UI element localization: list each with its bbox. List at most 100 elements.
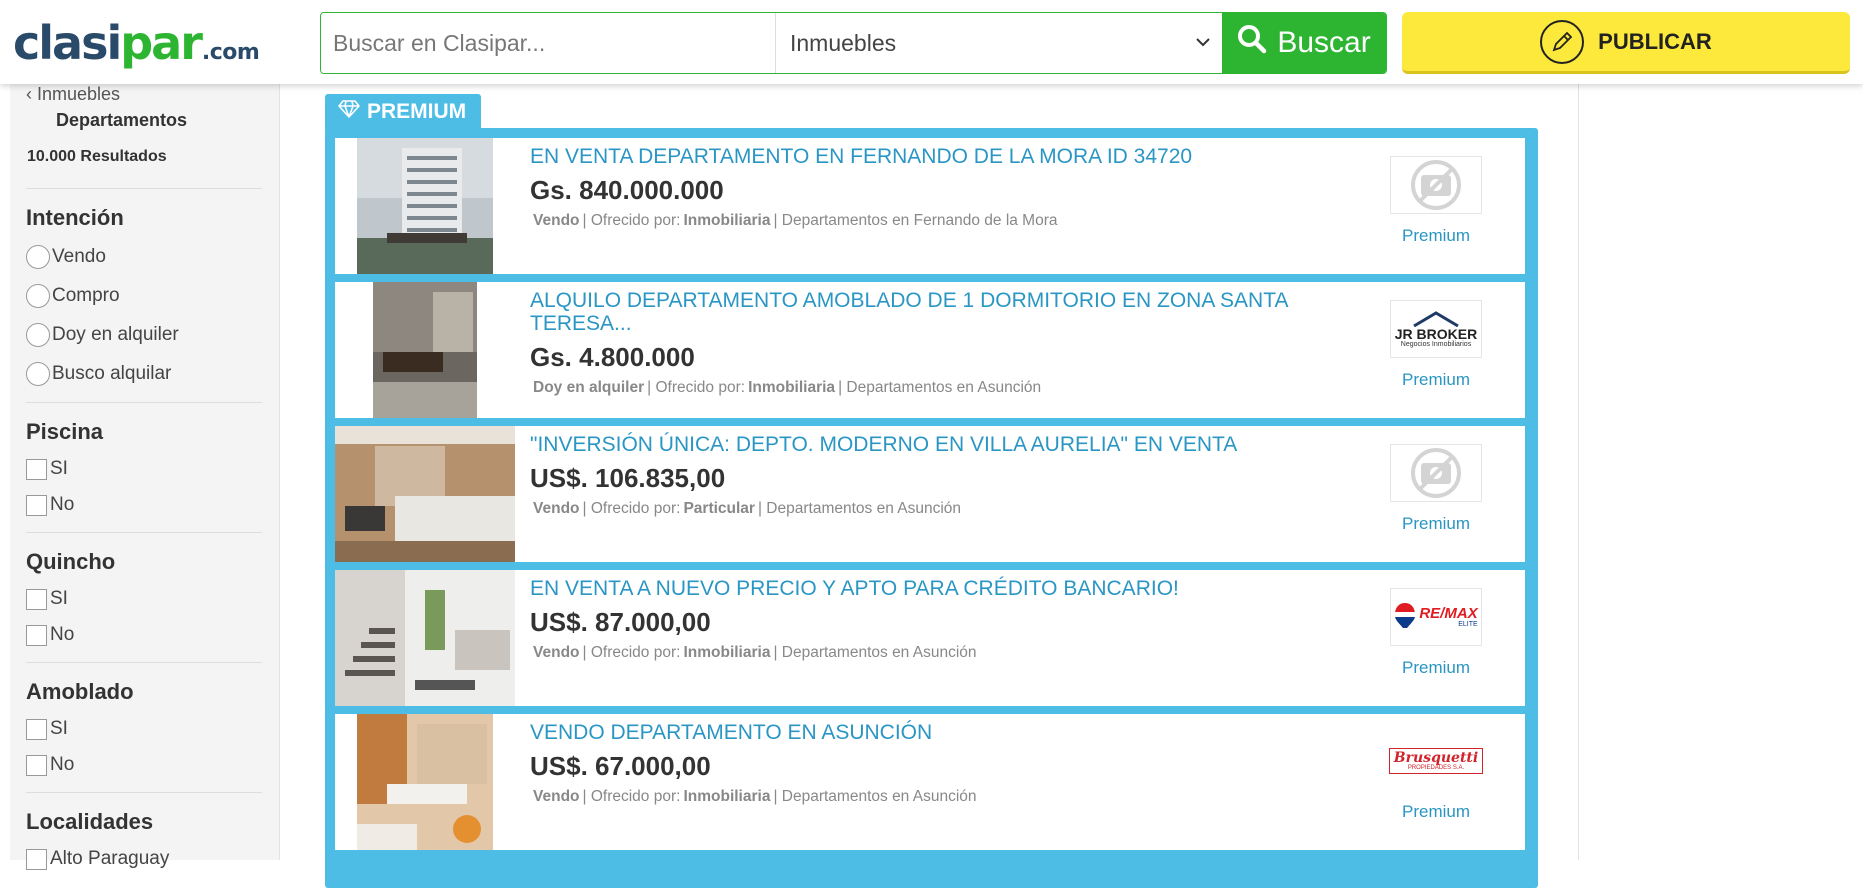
publish-button-label: PUBLICAR	[1598, 28, 1712, 54]
listing-meta: Vendo | Ofrecido por: Inmobiliaria | Depart…	[530, 644, 977, 662]
remax-balloon-icon	[1395, 603, 1416, 628]
search-bar: Inmuebles Buscar	[320, 12, 1387, 74]
checkbox[interactable]	[26, 624, 47, 646]
listing-title-link[interactable]: ALQUILO DEPARTAMENTO AMOBLADO DE 1 DORMI…	[530, 289, 1290, 335]
filter-option-no[interactable]: No	[26, 747, 262, 783]
advertiser-logo[interactable]: JR BROKER Negocios Inmobiliarios	[1390, 300, 1482, 358]
filter-option-vendo[interactable]: Vendo	[26, 237, 262, 276]
living-room-photo	[335, 570, 515, 706]
listing-item[interactable]: VENDO DEPARTAMENTO EN ASUNCIÓN US$. 67.0…	[335, 714, 1525, 850]
listing-location: | Departamentos en Asunción	[757, 500, 962, 517]
filter-option-no[interactable]: No	[26, 617, 262, 653]
listing-item[interactable]: EN VENTA DEPARTAMENTO EN FERNANDO DE LA …	[335, 138, 1525, 274]
filter-sidebar: ‹ Inmuebles Departamentos 10.000 Resulta…	[10, 84, 280, 870]
logo-subtext: ELITE	[1458, 621, 1478, 628]
listing-title-link[interactable]: VENDO DEPARTAMENTO EN ASUNCIÓN	[530, 721, 1290, 744]
advertiser-logo[interactable]	[1390, 444, 1482, 502]
listing-item[interactable]: EN VENTA A NUEVO PRECIO Y APTO PARA CRÉD…	[335, 570, 1525, 706]
no-photo-icon	[1411, 160, 1461, 210]
search-input[interactable]	[321, 13, 776, 73]
filter-option-busco-alquilar[interactable]: Busco alquilar	[26, 354, 262, 393]
listing-thumbnail[interactable]	[335, 282, 515, 418]
logo-text: RE/MAX	[1419, 605, 1478, 622]
listing-price: US$. 87.000,00	[530, 607, 711, 637]
option-label: Vendo	[52, 245, 106, 267]
listing-offered-by: Inmobiliaria	[748, 379, 836, 396]
listing-title-link[interactable]: EN VENTA DEPARTAMENTO EN FERNANDO DE LA …	[530, 145, 1290, 168]
filter-option-compro[interactable]: Compro	[26, 276, 262, 315]
listing-meta: Vendo | Ofrecido por: Particular | Departam…	[530, 500, 961, 518]
listing-offered-by: Inmobiliaria	[683, 644, 771, 661]
offered-by-label: | Ofrecido por:	[582, 500, 681, 517]
checkbox[interactable]	[26, 718, 47, 740]
breadcrumb-back-label: Inmuebles	[37, 84, 121, 104]
listing-offered-by: Particular	[683, 500, 755, 517]
search-button[interactable]: Buscar	[1222, 13, 1386, 73]
filter-option-no[interactable]: No	[26, 487, 262, 523]
kitchen-photo	[357, 714, 493, 850]
option-label: No	[50, 754, 75, 775]
filter-option-doy-en-alquiler[interactable]: Doy en alquiler	[26, 315, 262, 354]
listing-meta: Vendo | Ofrecido por: Inmobiliaria | Depart…	[530, 212, 1058, 230]
filter-option-alto-paraguay[interactable]: Alto Paraguay	[26, 841, 262, 877]
logo-text: JR BROKER	[1394, 325, 1478, 342]
listing-thumbnail[interactable]	[335, 138, 515, 274]
radio-button[interactable]	[26, 361, 50, 386]
listing-thumbnail[interactable]	[335, 714, 515, 850]
checkbox[interactable]	[26, 754, 47, 776]
option-label: SI	[50, 718, 68, 739]
radio-button[interactable]	[26, 283, 50, 308]
listing-meta: Doy en alquiler | Ofrecido por: Inmobiliar…	[530, 379, 1041, 397]
filter-title: Quincho	[26, 549, 116, 574]
premium-listings-box: EN VENTA DEPARTAMENTO EN FERNANDO DE LA …	[325, 128, 1538, 888]
listing-offered-by: Inmobiliaria	[683, 788, 771, 805]
logo-subtext: Negocios Inmobiliarios	[1400, 340, 1472, 348]
no-photo-icon	[1411, 448, 1461, 498]
listing-price: US$. 106.835,00	[530, 463, 726, 493]
listing-intent: Vendo	[533, 212, 580, 229]
listing-item[interactable]: "INVERSIÓN ÚNICA: DEPTO. MODERNO EN VILL…	[335, 426, 1525, 562]
checkbox[interactable]	[26, 588, 47, 610]
option-label: SI	[50, 458, 68, 479]
chevron-down-icon	[1196, 34, 1210, 52]
filter-group-amoblado: Amoblado SI No	[26, 662, 262, 783]
listing-intent: Doy en alquiler	[533, 379, 645, 396]
listing-title-link[interactable]: "INVERSIÓN ÚNICA: DEPTO. MODERNO EN VILL…	[530, 433, 1290, 456]
option-label: Doy en alquiler	[52, 323, 179, 345]
premium-badge: Premium	[1401, 226, 1470, 245]
publish-button[interactable]: PUBLICAR	[1402, 12, 1850, 74]
checkbox[interactable]	[26, 458, 47, 480]
filter-option-si[interactable]: SI	[26, 711, 262, 747]
filter-option-si[interactable]: SI	[26, 451, 262, 487]
clasipar-logo[interactable]: clasi par .com	[13, 16, 260, 70]
checkbox[interactable]	[26, 494, 47, 516]
advertiser-logo[interactable]: RE/MAX ELITE	[1390, 588, 1482, 646]
radio-button[interactable]	[26, 322, 50, 347]
listing-thumbnail[interactable]	[335, 570, 515, 706]
filter-option-si[interactable]: SI	[26, 581, 262, 617]
right-column-divider	[1578, 84, 1579, 860]
offered-by-label: | Ofrecido por:	[582, 644, 681, 661]
radio-button[interactable]	[26, 244, 50, 269]
premium-tag-label: PREMIUM	[367, 100, 467, 123]
advertiser-logo[interactable]: Brusquetti PROPIEDADES S.A.	[1388, 732, 1484, 790]
listing-thumbnail[interactable]	[335, 426, 515, 562]
listing-item[interactable]: ALQUILO DEPARTAMENTO AMOBLADO DE 1 DORMI…	[335, 282, 1525, 418]
bedroom-photo	[335, 426, 515, 562]
option-label: Alto Paraguay	[50, 848, 170, 869]
breadcrumb-back-link[interactable]: ‹ Inmuebles	[26, 84, 120, 105]
logo-part-2: par	[120, 16, 203, 70]
option-label: No	[50, 624, 75, 645]
checkbox[interactable]	[26, 848, 47, 870]
advertiser-logo[interactable]	[1390, 156, 1482, 214]
category-select[interactable]: Inmuebles	[776, 13, 1222, 73]
search-icon	[1237, 24, 1267, 62]
building-photo	[357, 138, 493, 274]
listing-offered-by: Inmobiliaria	[683, 212, 771, 229]
option-label: Busco alquilar	[52, 362, 172, 384]
listing-price: Gs. 840.000.000	[530, 175, 724, 205]
listing-intent: Vendo	[533, 788, 580, 805]
category-select-value: Inmuebles	[790, 29, 897, 56]
listing-title-link[interactable]: EN VENTA A NUEVO PRECIO Y APTO PARA CRÉD…	[530, 577, 1290, 600]
logo-part-1: clasi	[13, 16, 122, 70]
